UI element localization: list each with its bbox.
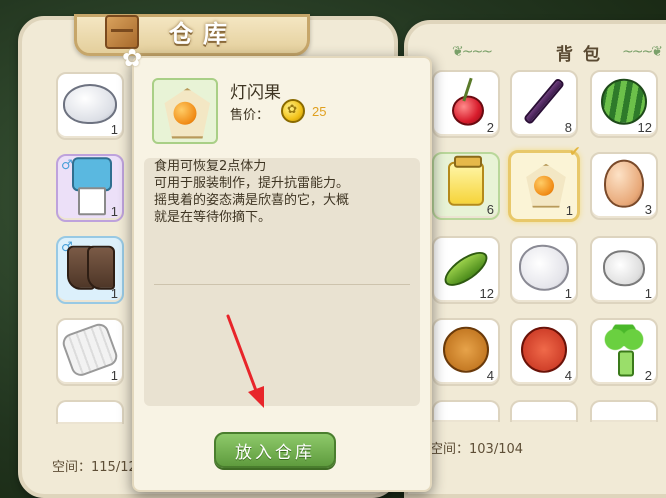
item-count: 6 [486,202,494,217]
boots-icon [65,245,115,290]
backpack-slot[interactable]: 2 [590,318,658,386]
item-count: 1 [110,368,118,383]
stick-icon [522,77,566,126]
item-count: 1 [564,286,572,301]
egg-icon [604,159,644,208]
backpack-title: 背包 [556,45,610,65]
backpack-panel: ❦~~~ 背包 ~~~❦ 2 8 12 6 ✔ 1 3 12 1 1 4 4 2… [404,20,666,498]
backpack-slot[interactable]: 1 [510,236,578,304]
backpack-space: 空间：103/104 [430,442,524,457]
item-count: 1 [565,203,573,218]
coin-icon [281,99,305,123]
item-count: 2 [644,368,652,383]
red-arrow-icon [226,314,264,408]
item-count: 1 [110,122,118,137]
honey-jar-icon [448,155,484,206]
warehouse-tab[interactable]: 仓库 [74,14,310,56]
watermelon-icon [601,78,647,125]
item-description: 食用可恢复2点体力 可用于服装制作，提升抗雷能力。 摇曳着的姿态满是欣喜的它，大… [154,159,350,225]
cookie-icon [443,326,489,373]
item-name: 灯闪果 [230,83,281,103]
divider [154,284,410,285]
backpack-slot[interactable]: 1 [590,236,658,304]
flower-icon: ✿ [122,44,143,72]
rice-ball-icon [63,84,117,124]
item-icon-box [152,78,218,144]
cotton-icon [519,244,569,291]
backpack-slot[interactable]: 12 [590,70,658,138]
outfit-icon [68,157,112,216]
backpack-slot[interactable]: 2 [432,70,500,138]
backpack-slot-partial[interactable] [590,400,658,422]
price-label: 售价： [230,108,270,123]
cherry-icon [446,78,486,126]
backpack-slot-partial[interactable] [510,400,578,422]
item-count: 8 [564,120,572,135]
backpack-slot[interactable]: 12 [432,236,500,304]
item-count: 12 [479,286,494,301]
item-count: 4 [564,368,572,383]
backpack-slot-partial[interactable] [432,400,500,422]
item-info-popup: ✿ 灯闪果 售价： 25 食用可恢复2点体力 可用于服装制作，提升抗雷能力。 摇… [122,44,432,492]
physalis-icon [160,86,211,137]
vine-decoration-icon: ❦~~~ [452,44,493,60]
warehouse-slot-partial[interactable] [56,400,124,424]
backpack-slot[interactable]: 6 [432,152,500,220]
tomato-cookie-icon [521,326,567,373]
item-count: 3 [644,202,652,217]
item-count: 1 [110,286,118,301]
item-count: 12 [637,120,652,135]
backpack-slot[interactable]: 4 [432,318,500,386]
item-count: 1 [110,204,118,219]
warehouse-title: 仓库 [169,19,237,48]
backpack-slot[interactable]: 8 [510,70,578,138]
item-count: 2 [486,120,494,135]
description-area: 食用可恢复2点体力 可用于服装制作，提升抗雷能力。 摇曳着的姿态满是欣喜的它，大… [144,158,420,406]
warehouse-slot[interactable]: ♂ 1 [56,236,124,304]
vine-decoration-icon: ~~~❦ [622,44,663,60]
backpack-slot[interactable]: 4 [510,318,578,386]
store-in-warehouse-button[interactable]: 放入仓库 [214,432,336,468]
item-count: 1 [644,286,652,301]
warehouse-slot[interactable]: 1 [56,72,124,140]
price-value: 25 [312,104,327,119]
backpack-slot[interactable]: 3 [590,152,658,220]
check-icon: ✔ [569,144,581,160]
broccoli-icon [602,324,646,377]
warehouse-slot[interactable]: ♂ 1 [56,154,124,222]
wool-icon [603,250,645,287]
physalis-icon [522,162,566,206]
item-count: 4 [486,368,494,383]
backpack-slot-selected[interactable]: ✔ 1 [508,145,581,222]
warehouse-slot[interactable]: 1 [56,318,124,386]
warehouse-space: 空间：115/12 [52,460,137,475]
